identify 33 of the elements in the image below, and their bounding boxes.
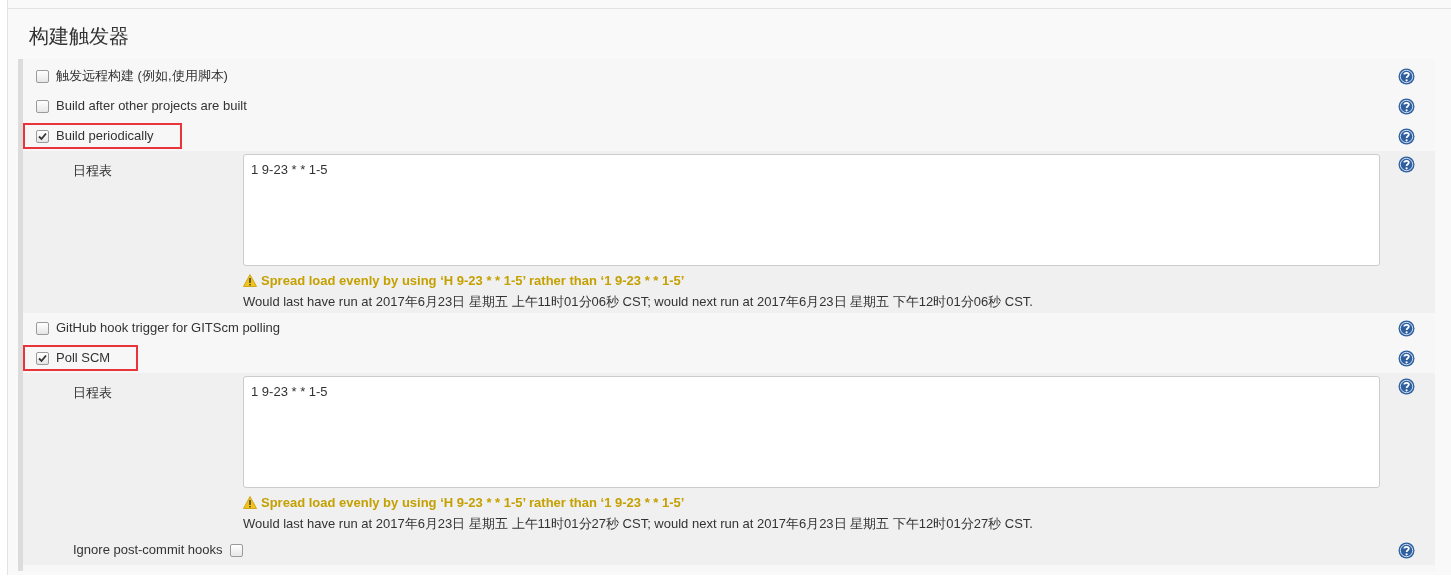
field-label: 日程表 — [73, 163, 112, 178]
warning-text: Spread load evenly by using ‘H 9-23 * * 1-5’ rather than ‘1 9-23 * * 1-5’ — [261, 494, 685, 512]
check-icon — [38, 353, 47, 363]
schedule-info: Would last have run at 2017年6月23日 星期五 上午11时01分27秒 CST; would next run at 2017年6月23日 星期五 下午12时01分27秒 CST. — [243, 514, 1034, 533]
help-icon[interactable] — [1398, 156, 1415, 173]
checkbox[interactable] — [36, 99, 49, 113]
checkbox[interactable] — [229, 543, 243, 557]
section-title: 构建触发器 — [28, 24, 130, 49]
schedule-field[interactable]: 1 9-23 * * 1-5 — [243, 154, 1380, 266]
checkbox[interactable] — [36, 129, 49, 143]
checkbox-label: Build after other projects are built — [56, 97, 247, 116]
help-icon[interactable] — [1398, 127, 1415, 145]
checkbox-label: Build periodically — [56, 127, 154, 146]
checkbox-label: GitHub hook trigger for GITScm polling — [56, 319, 280, 338]
checkbox[interactable] — [36, 321, 49, 335]
help-icon[interactable] — [1398, 541, 1415, 559]
checkbox-label: Poll SCM — [56, 349, 111, 368]
checkbox-label: 触发远程构建 (例如,使用脚本) — [56, 67, 228, 86]
schedule-field[interactable]: 1 9-23 * * 1-5 — [243, 376, 1380, 488]
warning-icon — [243, 274, 257, 288]
help-icon[interactable] — [1398, 97, 1415, 115]
help-icon[interactable] — [1398, 319, 1415, 337]
schedule-info: Would last have run at 2017年6月23日 星期五 上午11时01分06秒 CST; would next run at 2017年6月23日 星期五 下午12时01分06秒 CST. — [243, 292, 1034, 311]
help-icon[interactable] — [1398, 67, 1415, 85]
warning-icon — [243, 496, 257, 510]
field-label: 日程表 — [73, 385, 112, 400]
help-icon[interactable] — [1398, 349, 1415, 367]
checkbox[interactable] — [36, 351, 49, 365]
checkbox[interactable] — [36, 69, 49, 83]
checkbox-label: Ignore post-commit hooks — [73, 541, 223, 560]
check-icon — [38, 131, 47, 141]
help-icon[interactable] — [1398, 378, 1415, 395]
warning-text: Spread load evenly by using ‘H 9-23 * * 1-5’ rather than ‘1 9-23 * * 1-5’ — [261, 272, 685, 290]
